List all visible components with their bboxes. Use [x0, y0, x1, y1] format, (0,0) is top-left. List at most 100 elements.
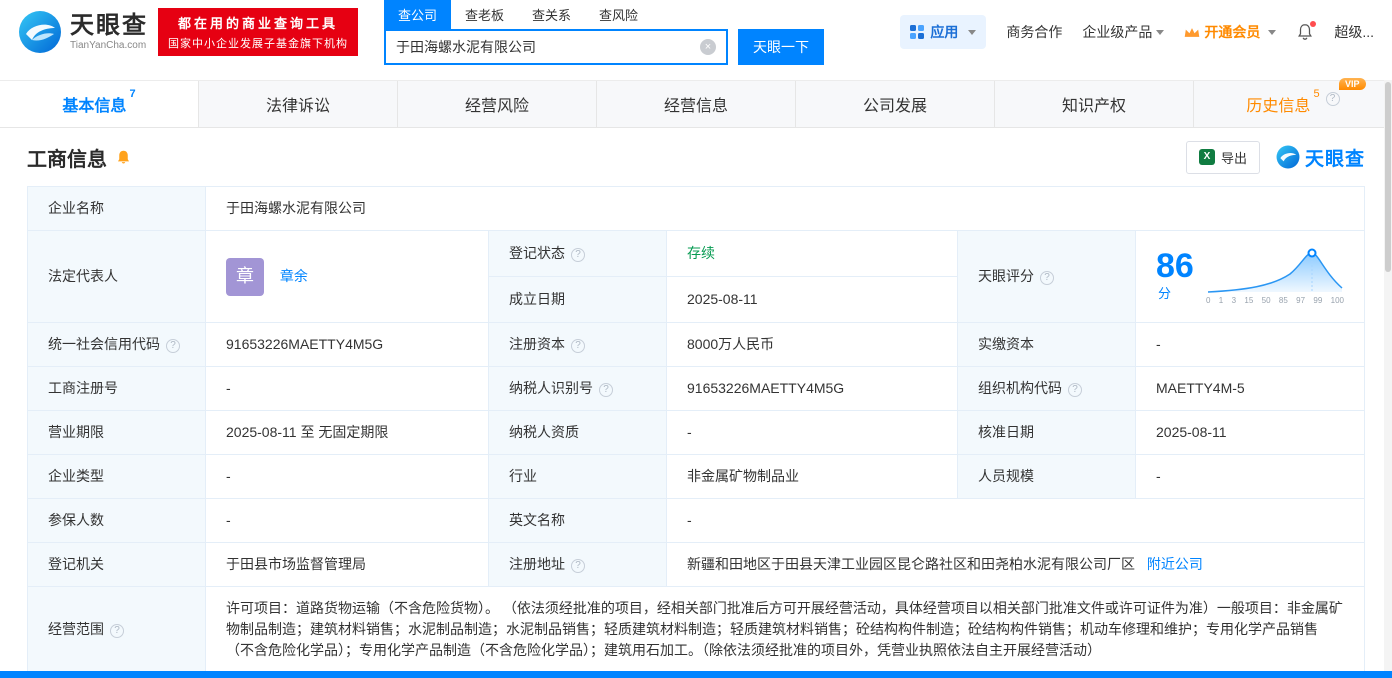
search-area: 查公司 查老板 查关系 查风险 天眼一下: [384, 0, 824, 65]
registry-label: 登记机关: [27, 542, 206, 587]
chevron-down-icon: [1156, 29, 1165, 35]
tab-legal-litigation[interactable]: 法律诉讼: [198, 81, 397, 127]
nearby-companies-link[interactable]: 附近公司: [1147, 556, 1203, 572]
insured-value: -: [205, 498, 489, 543]
industry-value: 非金属矿物制品业: [666, 454, 958, 499]
search-input[interactable]: [396, 38, 700, 55]
staff-size-label: 人员规模: [957, 454, 1136, 499]
score-axis-ticks: 0 1 3 15 50 85 97 99 100: [1206, 296, 1344, 305]
registry-value: 于田县市场监督管理局: [205, 542, 489, 587]
export-label: 导出: [1220, 150, 1247, 166]
taxpayer-quality-label: 纳税人资质: [488, 410, 667, 455]
search-tab-company[interactable]: 查公司: [384, 0, 452, 29]
org-code-label: 组织机构代码: [957, 366, 1136, 411]
watermark-logo-icon: [1276, 145, 1300, 169]
taxpayer-quality-value: -: [666, 410, 958, 455]
tab-intellectual-property-label: 知识产权: [1061, 98, 1126, 115]
table-row: 企业名称 于田海螺水泥有限公司: [27, 186, 1365, 231]
credit-code-value: 91653226MAETTY4M5G: [205, 322, 489, 367]
reg-number-value: -: [205, 366, 489, 411]
tab-operation-risk-label: 经营风险: [464, 98, 529, 115]
table-row: 经营范围 许可项目：道路货物运输（不含危险货物）。 （依法须经批准的项目，经相关…: [27, 586, 1365, 673]
nav-super-vip[interactable]: 超级...: [1334, 22, 1374, 42]
open-membership-button[interactable]: 开通会员: [1184, 22, 1277, 42]
reg-number-label: 工商注册号: [27, 366, 206, 411]
help-icon[interactable]: [110, 624, 124, 638]
company-type-label: 企业类型: [27, 454, 206, 499]
score-chart[interactable]: 0 1 3 15 50 85 97 99 100: [1206, 246, 1344, 307]
top-header: 天眼查 TianYanCha.com 都在用的商业查询工具 国家中小企业发展子基…: [0, 0, 1392, 65]
legal-rep-label: 法定代表人: [27, 230, 206, 323]
tab-history-info[interactable]: VIP 历史信息 5: [1193, 78, 1392, 127]
search-tabs: 查公司 查老板 查关系 查风险: [384, 0, 824, 29]
slogan-line2: 国家中小企业发展子基金旗下机构: [168, 38, 348, 50]
company-name-label: 企业名称: [27, 186, 206, 231]
footer-accent-bar: [0, 671, 1392, 678]
excel-icon: [1198, 149, 1215, 165]
apps-menu[interactable]: 应用: [900, 15, 987, 49]
help-icon[interactable]: [571, 559, 585, 573]
help-icon[interactable]: [1040, 271, 1054, 285]
tab-operation-info[interactable]: 经营信息: [596, 81, 795, 127]
watermark-text: 天眼查: [1304, 148, 1365, 170]
brand-slogan-banner: 都在用的商业查询工具 国家中小企业发展子基金旗下机构: [158, 8, 358, 56]
business-term-value: 2025-08-11 至 无固定期限: [205, 410, 489, 455]
tab-company-development-label: 公司发展: [862, 98, 927, 115]
help-icon[interactable]: [1068, 383, 1082, 397]
score-unit: 分: [1158, 286, 1172, 301]
industry-label: 行业: [488, 454, 667, 499]
established-value: 2025-08-11: [666, 276, 958, 323]
score-value: 86: [1156, 247, 1194, 285]
table-row: 营业期限 2025-08-11 至 无固定期限 纳税人资质 - 核准日期 202…: [27, 410, 1365, 455]
apps-menu-label: 应用: [930, 24, 959, 40]
table-row: 参保人数 - 英文名称 -: [27, 498, 1365, 543]
slogan-line1: 都在用的商业查询工具: [177, 16, 338, 31]
tianyancha-logo[interactable]: 天眼查 TianYanCha.com: [18, 10, 148, 54]
search-button[interactable]: 天眼一下: [738, 28, 824, 65]
tab-basic-info[interactable]: 基本信息 7: [0, 81, 198, 127]
address-label: 注册地址: [488, 542, 667, 587]
help-icon[interactable]: [599, 383, 613, 397]
scrollbar-thumb[interactable]: [1385, 82, 1391, 272]
nav-business-cooperation[interactable]: 商务合作: [1006, 22, 1062, 42]
legal-rep-avatar[interactable]: 章: [226, 257, 264, 296]
english-name-value: -: [666, 498, 1365, 543]
tab-intellectual-property[interactable]: 知识产权: [994, 81, 1193, 127]
legal-rep-cell: 章 章余: [205, 230, 489, 323]
clear-search-icon[interactable]: [700, 38, 716, 55]
tab-history-info-badge: 5: [1313, 88, 1320, 100]
tab-operation-risk[interactable]: 经营风险: [397, 81, 596, 127]
company-detail-tabs: 基本信息 7 法律诉讼 经营风险 经营信息 公司发展 知识产权 VIP 历史信息…: [0, 78, 1392, 128]
grid-icon: [910, 25, 925, 39]
notifications-bell[interactable]: [1296, 21, 1317, 41]
tianyancha-logo-icon: [19, 11, 61, 53]
nav-enterprise-products[interactable]: 企业级产品: [1082, 22, 1165, 42]
search-tab-risk[interactable]: 查风险: [585, 0, 652, 29]
search-tab-boss[interactable]: 查老板: [451, 0, 518, 29]
company-type-value: -: [205, 454, 489, 499]
tab-company-development[interactable]: 公司发展: [795, 81, 994, 127]
tab-basic-info-label: 基本信息: [62, 98, 127, 115]
tab-operation-info-label: 经营信息: [663, 98, 728, 115]
score-label: 天眼评分: [957, 230, 1136, 323]
business-scope-value: 许可项目：道路货物运输（不含危险货物）。 （依法须经批准的项目，经相关部门批准后…: [205, 586, 1365, 673]
tab-history-info-label: 历史信息: [1246, 98, 1311, 115]
subscribe-bell-icon[interactable]: [115, 149, 132, 166]
search-tab-relation[interactable]: 查关系: [518, 0, 585, 29]
help-icon[interactable]: [571, 339, 585, 353]
company-name-value: 于田海螺水泥有限公司: [205, 186, 1365, 231]
legal-rep-name-link[interactable]: 章余: [280, 268, 308, 284]
staff-size-value: -: [1135, 454, 1365, 499]
chevron-down-icon: [1268, 29, 1277, 35]
established-label: 成立日期: [488, 276, 667, 323]
scrollbar[interactable]: [1384, 80, 1392, 678]
membership-label: 开通会员: [1204, 24, 1261, 40]
business-info-table: 企业名称 于田海螺水泥有限公司 法定代表人 章 章余 登记状态 存续 天眼评分: [27, 186, 1365, 673]
approval-date-value: 2025-08-11: [1135, 410, 1365, 455]
export-button[interactable]: 导出: [1185, 140, 1260, 174]
help-icon[interactable]: [571, 248, 585, 262]
nav-enterprise-label: 企业级产品: [1082, 24, 1153, 40]
reg-capital-label: 注册资本: [488, 322, 667, 367]
help-icon[interactable]: [1325, 92, 1340, 106]
help-icon[interactable]: [166, 339, 180, 353]
